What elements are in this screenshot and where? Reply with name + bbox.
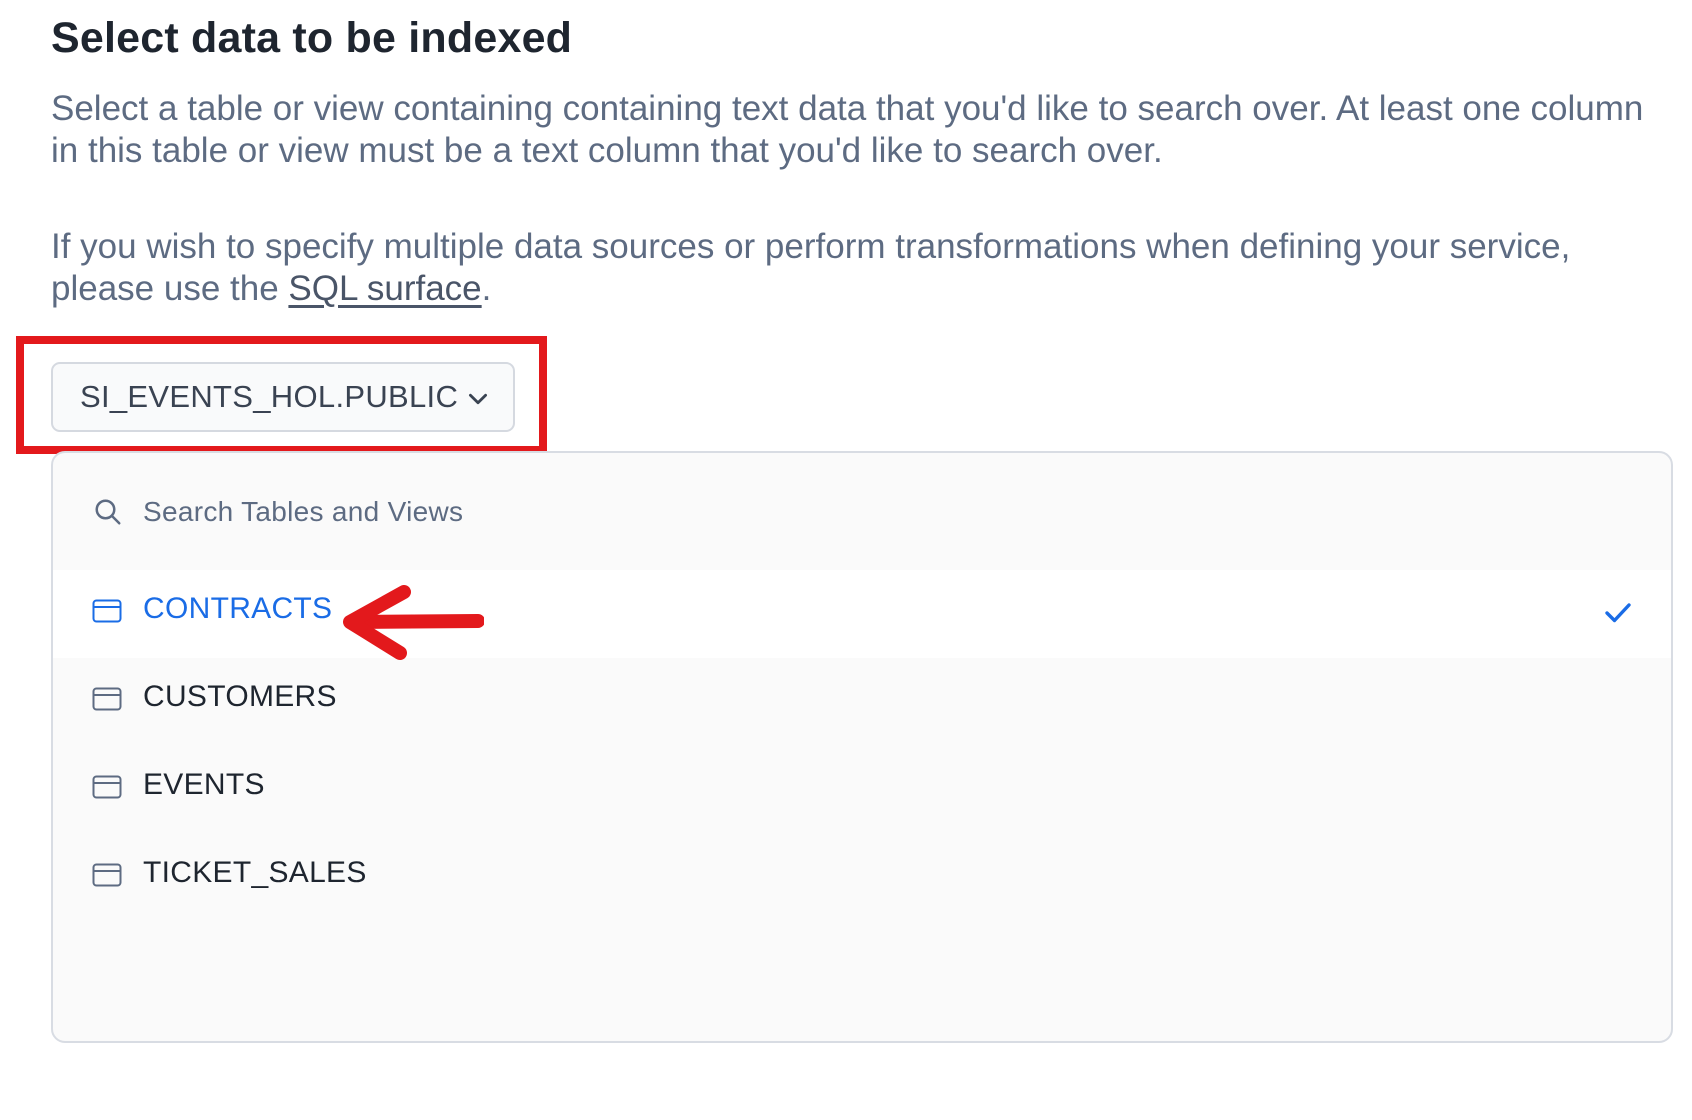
table-list: CONTRACTS CUSTOMERS EVENTS TICKET_SALES (53, 570, 1671, 922)
schema-select-dropdown[interactable]: SI_EVENTS_HOL.PUBLIC (51, 362, 515, 432)
table-item-events[interactable]: EVENTS (53, 746, 1671, 834)
table-icon (92, 599, 122, 623)
table-item-label: CONTRACTS (143, 592, 333, 625)
checkmark-icon (1605, 603, 1631, 623)
table-icon (92, 775, 122, 799)
table-item-label: CUSTOMERS (143, 680, 337, 713)
page-title: Select data to be indexed (51, 14, 573, 62)
search-icon (95, 499, 121, 525)
table-item-contracts[interactable]: CONTRACTS (53, 570, 1671, 658)
schema-select-value: SI_EVENTS_HOL.PUBLIC (80, 379, 459, 414)
table-item-label: EVENTS (143, 768, 265, 801)
table-item-customers[interactable]: CUSTOMERS (53, 658, 1671, 746)
sql-surface-note: If you wish to specify multiple data sou… (51, 226, 1651, 310)
table-picker-panel: CONTRACTS CUSTOMERS EVENTS TICKET (51, 451, 1673, 1043)
search-tables-input[interactable] (143, 491, 1543, 533)
page-description: Select a table or view containing contai… (51, 89, 1644, 170)
table-icon (92, 687, 122, 711)
table-icon (92, 863, 122, 887)
chevron-down-icon (469, 393, 487, 405)
note-suffix: . (481, 269, 492, 308)
table-item-label: TICKET_SALES (143, 856, 367, 889)
sql-surface-link[interactable]: SQL surface (288, 269, 481, 308)
table-item-ticket-sales[interactable]: TICKET_SALES (53, 834, 1671, 922)
note-prefix: If you wish to specify multiple data sou… (51, 227, 1571, 308)
search-row (53, 453, 1671, 570)
